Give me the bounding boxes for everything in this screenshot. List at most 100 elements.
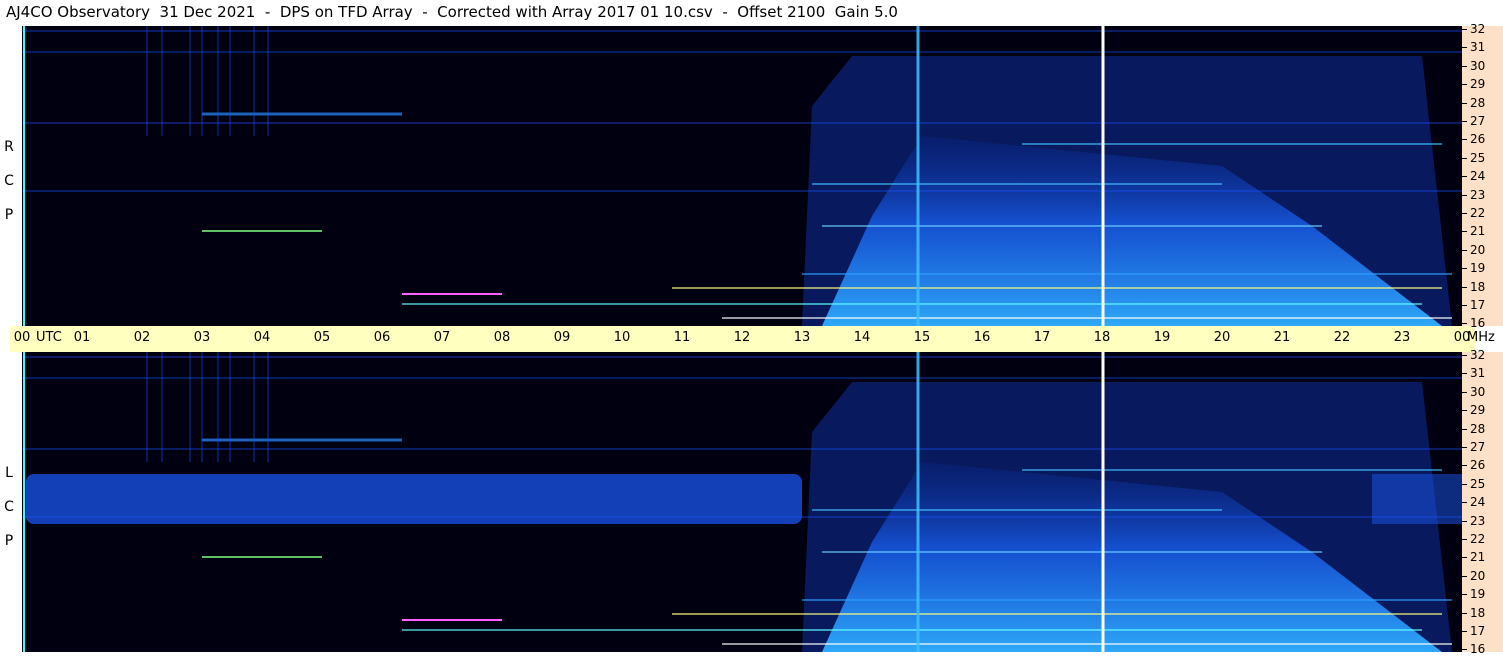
freq-tick-mark — [1462, 231, 1467, 233]
freq-tick-label: 27 — [1470, 440, 1486, 454]
freq-tick-label: 32 — [1470, 348, 1486, 362]
freq-tick-label: 27 — [1470, 114, 1486, 128]
freq-tick-label: 16 — [1470, 316, 1486, 331]
freq-tick-mark — [1462, 213, 1467, 214]
freq-tick-label: 28 — [1470, 95, 1486, 110]
freq-tick-mark — [1462, 121, 1467, 122]
freq-tick-label: 31 — [1470, 366, 1486, 381]
freq-tick-label: 18 — [1470, 605, 1486, 620]
freq-tick-label: 21 — [1470, 224, 1486, 239]
time-tick-label: 04 — [253, 330, 271, 345]
freq-tick-label: 30 — [1470, 384, 1486, 399]
freq-tick-label: 26 — [1470, 132, 1486, 147]
freq-tick-mark — [1462, 305, 1467, 306]
time-tick-label: 19 — [1153, 330, 1171, 345]
freq-tick-mark — [1462, 249, 1467, 251]
time-tick-label: 00 — [1453, 330, 1471, 345]
freq-tick-mark — [1462, 355, 1467, 356]
time-tick-label: 22 — [1333, 330, 1351, 345]
lcp-spectrogram-svg — [22, 352, 1462, 652]
freq-tick-label: 16 — [1470, 642, 1486, 657]
utc-label: UTC — [36, 330, 62, 345]
freq-tick-mark — [1462, 373, 1467, 375]
freq-tick-mark — [1462, 176, 1467, 178]
freq-tick-label: 20 — [1470, 242, 1486, 257]
freq-tick-label: 19 — [1470, 587, 1486, 602]
time-tick-label: 05 — [313, 330, 331, 345]
time-tick-label: 02 — [133, 330, 151, 345]
lcp-polarization-label: L C P — [2, 456, 16, 558]
freq-tick-label: 19 — [1470, 261, 1486, 276]
freq-tick-mark — [1462, 428, 1467, 430]
freq-tick-mark — [1462, 649, 1467, 651]
freq-tick-mark — [1462, 65, 1467, 67]
time-tick-label: 14 — [853, 330, 871, 345]
pol-letter: L — [5, 465, 13, 481]
time-tick-label: 21 — [1273, 330, 1291, 345]
rcp-polarization-label: R C P — [2, 130, 16, 232]
rcp-spectrogram — [22, 26, 1462, 326]
freq-tick-label: 21 — [1470, 550, 1486, 565]
freq-tick-mark — [1462, 575, 1467, 577]
freq-tick-label: 23 — [1470, 187, 1486, 202]
freq-tick-mark — [1462, 465, 1467, 467]
time-tick-label: 15 — [913, 330, 931, 345]
time-tick-label: 10 — [613, 330, 631, 345]
freq-tick-mark — [1462, 631, 1467, 632]
time-tick-label: 09 — [553, 330, 571, 345]
freq-tick-mark — [1462, 286, 1467, 288]
freq-tick-label: 26 — [1470, 458, 1486, 473]
lcp-interference-band — [26, 474, 802, 524]
time-axis: UTC MHz 00 01 02 03 04 05 06 07 08 09 10 11 12 13 14 15… — [10, 326, 1495, 352]
freq-tick-mark — [1462, 520, 1467, 522]
freq-tick-mark — [1462, 557, 1467, 559]
freq-tick-label: 24 — [1470, 495, 1486, 510]
pol-letter: C — [4, 499, 14, 515]
freq-tick-label: 28 — [1470, 421, 1486, 436]
freq-tick-mark — [1462, 502, 1467, 504]
freq-tick-mark — [1462, 268, 1467, 270]
chart-title: AJ4CO Observatory 31 Dec 2021 - DPS on T… — [6, 3, 898, 21]
freq-tick-mark — [1462, 29, 1467, 30]
rcp-frequency-axis: 32 31 30 29 28 27 26 25 24 23 22 21 20 19 18 17 16 — [1462, 22, 1503, 330]
freq-tick-mark — [1462, 391, 1467, 393]
time-tick-label: 20 — [1213, 330, 1231, 345]
time-tick-label: 08 — [493, 330, 511, 345]
freq-tick-mark — [1462, 102, 1467, 104]
freq-tick-mark — [1462, 594, 1467, 596]
freq-tick-label: 25 — [1470, 476, 1486, 491]
freq-tick-label: 29 — [1470, 403, 1486, 418]
freq-tick-label: 22 — [1470, 532, 1486, 546]
time-tick-label: 11 — [673, 330, 691, 345]
freq-tick-mark — [1462, 483, 1467, 485]
pol-letter: R — [4, 139, 14, 155]
freq-tick-label: 32 — [1470, 22, 1486, 36]
lcp-frequency-axis: 32 31 30 29 28 27 26 25 24 23 22 21 20 19 18 17 16 — [1462, 348, 1503, 656]
time-tick-label: 07 — [433, 330, 451, 345]
freq-tick-label: 30 — [1470, 58, 1486, 73]
pol-letter: P — [4, 533, 14, 549]
freq-tick-label: 20 — [1470, 568, 1486, 583]
freq-tick-label: 31 — [1470, 40, 1486, 55]
time-tick-label: 23 — [1393, 330, 1411, 345]
time-tick-label: 03 — [193, 330, 211, 345]
time-tick-label: 00 — [13, 330, 31, 345]
freq-tick-mark — [1462, 323, 1467, 325]
time-tick-label: 13 — [793, 330, 811, 345]
freq-tick-mark — [1462, 447, 1467, 448]
freq-tick-mark — [1462, 612, 1467, 614]
freq-tick-mark — [1462, 84, 1467, 86]
mhz-unit-label: MHz — [1467, 330, 1495, 345]
freq-tick-label: 18 — [1470, 279, 1486, 294]
freq-tick-mark — [1462, 139, 1467, 141]
pol-letter: C — [4, 173, 14, 189]
freq-tick-label: 25 — [1470, 150, 1486, 165]
time-tick-label: 16 — [973, 330, 991, 345]
lcp-interference-band — [1372, 474, 1462, 524]
lcp-spectrogram — [22, 352, 1462, 652]
time-tick-label: 18 — [1093, 330, 1111, 345]
freq-tick-mark — [1462, 410, 1467, 412]
time-tick-label: 06 — [373, 330, 391, 345]
rcp-spectrogram-svg — [22, 26, 1462, 326]
freq-tick-label: 29 — [1470, 77, 1486, 92]
